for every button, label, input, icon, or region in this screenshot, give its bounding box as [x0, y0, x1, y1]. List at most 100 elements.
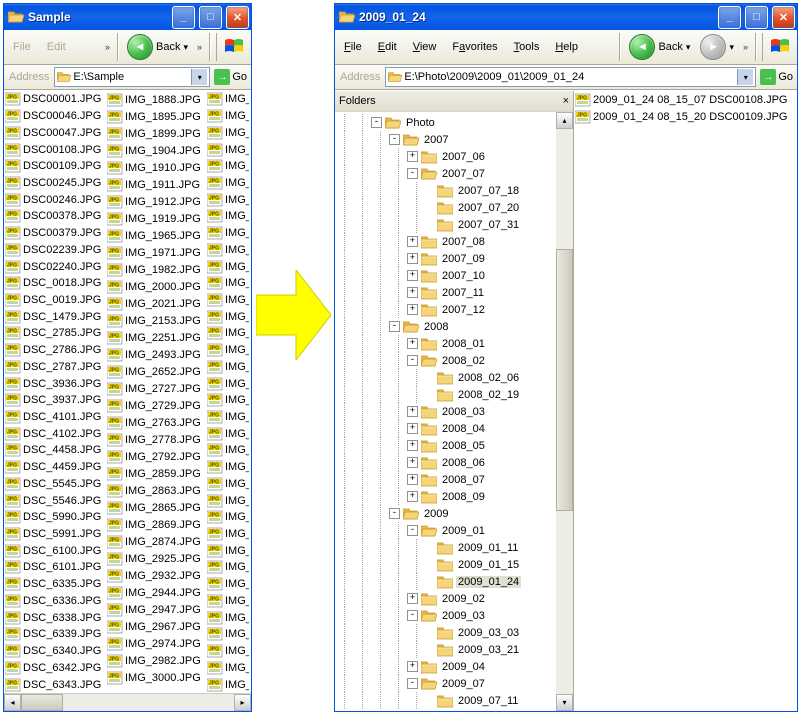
tree-item[interactable]: +2009_04: [335, 658, 573, 675]
file-item[interactable]: IMG_2925.JPG: [106, 550, 206, 567]
file-item[interactable]: DSC00378.JPG: [4, 208, 106, 225]
file-item[interactable]: IMG_2944.JPG: [106, 584, 206, 601]
file-item[interactable]: IMG_2932.JPG: [106, 567, 206, 584]
file-item[interactable]: IMG_: [206, 359, 249, 376]
menu-edit[interactable]: Edit: [372, 39, 403, 55]
file-item[interactable]: DSC_5991.JPG: [4, 526, 106, 543]
file-item[interactable]: DSC00109.JPG: [4, 158, 106, 175]
file-item[interactable]: IMG_: [206, 576, 249, 593]
expand-icon[interactable]: +: [407, 491, 418, 502]
tree-item[interactable]: +2007_08: [335, 233, 573, 250]
file-item[interactable]: IMG_: [206, 609, 249, 626]
file-item[interactable]: DSC_6336.JPG: [4, 593, 106, 610]
file-item[interactable]: DSC_0019.JPG: [4, 292, 106, 309]
expand-icon[interactable]: +: [407, 253, 418, 264]
tree-item[interactable]: -2007_07: [335, 165, 573, 182]
file-item[interactable]: IMG_2974.JPG: [106, 635, 206, 652]
file-item[interactable]: IMG_2729.JPG: [106, 397, 206, 414]
file-item[interactable]: IMG_1899.JPG: [106, 125, 206, 142]
close-button[interactable]: ✕: [226, 6, 249, 29]
tree-item[interactable]: -2008: [335, 318, 573, 335]
file-item[interactable]: IMG_: [206, 375, 249, 392]
file-item[interactable]: IMG_: [206, 141, 249, 158]
expand-icon[interactable]: +: [407, 661, 418, 672]
maximize-button[interactable]: □: [199, 6, 222, 29]
file-list[interactable]: DSC00001.JPGDSC00046.JPGDSC00047.JPGDSC0…: [4, 91, 251, 711]
file-item[interactable]: DSC_1479.JPG: [4, 308, 106, 325]
collapse-icon[interactable]: -: [389, 508, 400, 519]
collapse-icon[interactable]: -: [407, 355, 418, 366]
file-item[interactable]: IMG_: [206, 425, 249, 442]
file-item[interactable]: IMG_2865.JPG: [106, 499, 206, 516]
file-item[interactable]: DSC_6338.JPG: [4, 609, 106, 626]
file-item[interactable]: IMG_: [206, 526, 249, 543]
file-item[interactable]: IMG_2652.JPG: [106, 363, 206, 380]
tree-item[interactable]: +2007_10: [335, 267, 573, 284]
file-item[interactable]: DSC_2787.JPG: [4, 359, 106, 376]
go-button[interactable]: → Go: [758, 68, 795, 86]
file-item[interactable]: IMG_: [206, 275, 249, 292]
file-item[interactable]: IMG_: [206, 191, 249, 208]
tree-item[interactable]: 2008_02_06: [335, 369, 573, 386]
menu-file[interactable]: File: [338, 39, 368, 55]
tree-item[interactable]: 2007_07_18: [335, 182, 573, 199]
file-item[interactable]: DSC00246.JPG: [4, 191, 106, 208]
file-item[interactable]: IMG_: [206, 158, 249, 175]
file-item[interactable]: IMG_: [206, 292, 249, 309]
expand-icon[interactable]: +: [407, 270, 418, 281]
file-item[interactable]: IMG_: [206, 676, 249, 693]
file-item[interactable]: DSC00046.JPG: [4, 108, 106, 125]
file-item[interactable]: IMG_2863.JPG: [106, 482, 206, 499]
tree-item[interactable]: +2008_03: [335, 403, 573, 420]
file-item[interactable]: IMG_: [206, 208, 249, 225]
file-item[interactable]: IMG_: [206, 342, 249, 359]
file-item[interactable]: IMG_1888.JPG: [106, 91, 206, 108]
file-item[interactable]: IMG_: [206, 409, 249, 426]
tree-item[interactable]: 2007_07_31: [335, 216, 573, 233]
file-item[interactable]: IMG_2000.JPG: [106, 278, 206, 295]
back-button[interactable]: ◄ Back ▾: [626, 32, 693, 62]
tree-item[interactable]: -2009_07: [335, 675, 573, 692]
file-item[interactable]: IMG_2967.JPG: [106, 618, 206, 635]
tree-item[interactable]: 2008_02_19: [335, 386, 573, 403]
collapse-icon[interactable]: -: [407, 168, 418, 179]
tree-item[interactable]: +2008_01: [335, 335, 573, 352]
file-item[interactable]: DSC_4458.JPG: [4, 442, 106, 459]
file-item[interactable]: IMG_: [206, 325, 249, 342]
file-item[interactable]: IMG_: [206, 643, 249, 660]
tree-item[interactable]: -2009_01: [335, 522, 573, 539]
collapse-icon[interactable]: -: [407, 525, 418, 536]
file-item[interactable]: DSC02239.JPG: [4, 241, 106, 258]
file-item[interactable]: DSC00108.JPG: [4, 141, 106, 158]
scroll-thumb[interactable]: [556, 249, 573, 511]
file-item[interactable]: DSC00047.JPG: [4, 124, 106, 141]
file-item[interactable]: DSC_3936.JPG: [4, 375, 106, 392]
tree-item[interactable]: +2007_12: [335, 301, 573, 318]
file-item[interactable]: IMG_: [206, 241, 249, 258]
file-item[interactable]: IMG_1971.JPG: [106, 244, 206, 261]
file-item[interactable]: IMG_: [206, 258, 249, 275]
file-item[interactable]: IMG_: [206, 476, 249, 493]
file-item[interactable]: IMG_: [206, 626, 249, 643]
collapse-icon[interactable]: -: [407, 678, 418, 689]
scroll-thumb[interactable]: [21, 694, 63, 711]
file-item[interactable]: IMG_2763.JPG: [106, 414, 206, 431]
address-dropdown-icon[interactable]: ▾: [191, 69, 207, 85]
file-item[interactable]: DSC_4459.JPG: [4, 459, 106, 476]
minimize-button[interactable]: _: [172, 6, 195, 29]
file-item[interactable]: 2009_01_24 08_15_07 DSC00108.JPG: [574, 91, 797, 108]
expand-icon[interactable]: +: [407, 287, 418, 298]
file-item[interactable]: 2009_01_24 08_15_20 DSC00109.JPG: [574, 108, 797, 125]
file-item[interactable]: DSC_0018.JPG: [4, 275, 106, 292]
expand-icon[interactable]: +: [407, 457, 418, 468]
file-item[interactable]: IMG_: [206, 392, 249, 409]
tree-item[interactable]: +2008_06: [335, 454, 573, 471]
file-item[interactable]: IMG_: [206, 542, 249, 559]
expand-icon[interactable]: +: [407, 151, 418, 162]
file-item[interactable]: IMG_1911.JPG: [106, 176, 206, 193]
folder-tree[interactable]: -Photo-2007+2007_06-2007_072007_07_18200…: [335, 112, 573, 711]
tree-item[interactable]: +2008_07: [335, 471, 573, 488]
tree-item[interactable]: 2007_07_20: [335, 199, 573, 216]
tree-item[interactable]: 2009_03_21: [335, 641, 573, 658]
file-item[interactable]: IMG_2251.JPG: [106, 329, 206, 346]
